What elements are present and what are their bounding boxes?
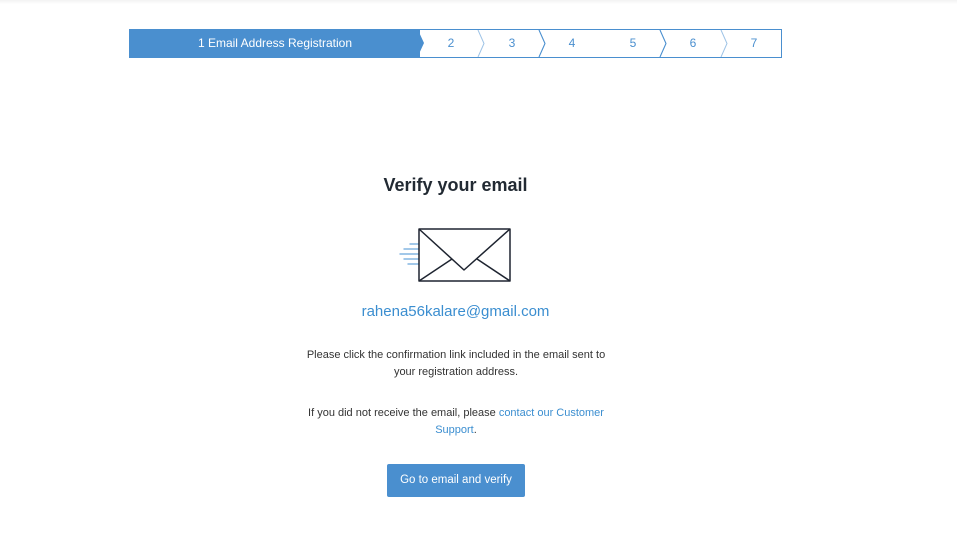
not-received-suffix: .	[473, 424, 477, 436]
registration-stepper: 1 Email Address Registration 2 3 4 5 6 7	[129, 29, 782, 58]
registered-email: rahena56kalare@gmail.com	[361, 303, 550, 320]
not-received-text: If you did not receive the email, please…	[296, 405, 616, 439]
step-3: 3	[508, 36, 516, 50]
instruction-text: Please click the confirmation link inclu…	[306, 349, 606, 378]
top-divider	[0, 0, 957, 4]
go-to-email-verify-button[interactable]: Go to email and verify	[387, 464, 525, 497]
envelope-icon	[399, 228, 511, 282]
step-7: 7	[750, 36, 758, 50]
step-2: 2	[447, 36, 455, 50]
step-5: 5	[629, 36, 637, 50]
step-6: 6	[689, 36, 697, 50]
step-4: 4	[568, 36, 576, 50]
not-received-prefix: If you did not receive the email, please	[308, 407, 499, 419]
page-title: Verify your email	[383, 175, 528, 195]
